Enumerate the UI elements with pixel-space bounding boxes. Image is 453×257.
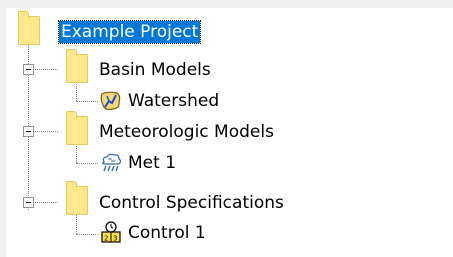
folder-icon — [66, 111, 88, 145]
tree-node-met-1[interactable]: Met 1 — [126, 152, 178, 174]
folder-icon — [18, 11, 40, 45]
tree-node-basin-models[interactable]: Basin Models — [97, 59, 213, 81]
tree-connector — [76, 214, 77, 234]
collapse-toggle[interactable] — [23, 197, 34, 208]
folder-icon — [66, 49, 88, 83]
tree-connector — [33, 131, 58, 132]
tree-node-watershed[interactable]: Watershed — [126, 90, 221, 112]
basin-model-icon — [99, 90, 123, 112]
tree-connector — [76, 81, 77, 101]
tree-node-control-specifications[interactable]: Control Specifications — [97, 192, 286, 214]
tree-connector — [76, 101, 98, 102]
tree-connector — [76, 163, 98, 164]
tree-node-control-1[interactable]: Control 1 — [126, 222, 208, 244]
clock-calendar-icon: 2 3 — [99, 221, 123, 243]
svg-text:3: 3 — [113, 235, 117, 243]
tree-node-root[interactable]: Example Project — [57, 20, 202, 44]
panel-top-border — [0, 0, 453, 8]
tree-connector — [76, 234, 98, 235]
tree-connector — [33, 69, 58, 70]
svg-text:2: 2 — [104, 235, 108, 243]
folder-icon — [66, 181, 88, 215]
collapse-toggle[interactable] — [23, 64, 34, 75]
project-tree[interactable]: Example Project Basin Models Watershed M… — [6, 8, 453, 257]
rain-cloud-icon — [99, 152, 123, 174]
collapse-toggle[interactable] — [23, 126, 34, 137]
tree-connector — [76, 143, 77, 163]
tree-connector — [33, 202, 58, 203]
tree-node-meteorologic-models[interactable]: Meteorologic Models — [97, 121, 276, 143]
